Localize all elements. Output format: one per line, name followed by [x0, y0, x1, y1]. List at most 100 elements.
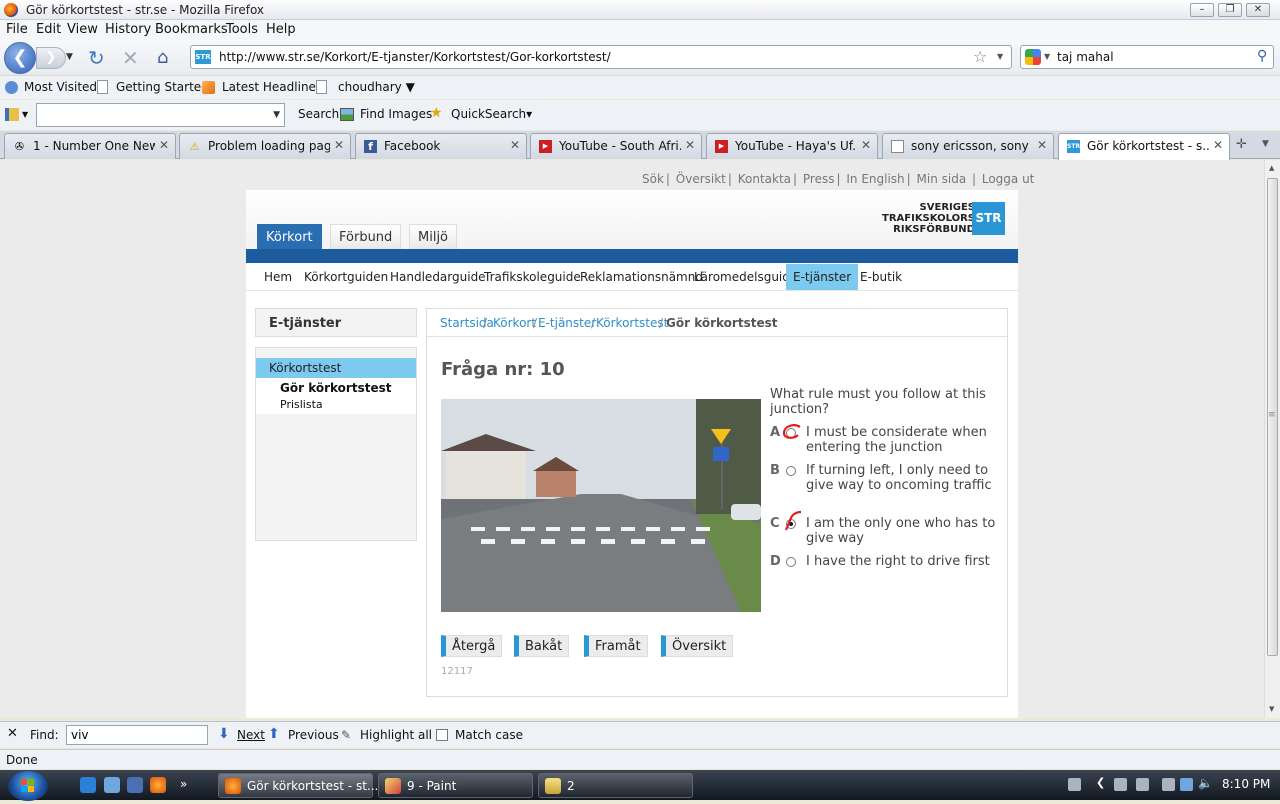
home-icon[interactable]: ⌂	[157, 47, 168, 68]
arrow-down-icon[interactable]: ⬇	[218, 726, 230, 742]
toolbar-search[interactable]: Search	[298, 107, 339, 121]
breadcrumb-korkortstest[interactable]: Körkortstest	[596, 316, 668, 330]
menu-history[interactable]: History	[105, 22, 151, 37]
tab-7-active[interactable]: STR Gör körkortstest - s... ✕	[1058, 133, 1230, 160]
str-logo-text[interactable]: SVERIGES TRAFIKSKOLORS RIKSFÖRBUND	[882, 202, 975, 235]
toolbar-dropdown-icon[interactable]: ▼	[22, 110, 28, 119]
url-text[interactable]: http://www.str.se/Korkort/E-tjanster/Kor…	[219, 50, 611, 64]
subnav-hem[interactable]: Hem	[264, 270, 292, 284]
util-link-oversikt[interactable]: Översikt	[676, 172, 726, 186]
subnav-reklamationsnamnd[interactable]: Reklamationsnämnd	[580, 270, 703, 284]
arrow-up-icon[interactable]: ⬆	[268, 726, 280, 742]
overview-button[interactable]: Översikt	[661, 635, 734, 657]
sidebar-item-prislista[interactable]: Prislista	[280, 398, 323, 411]
bookmark-choudhary[interactable]: choudhary ▼	[338, 80, 415, 94]
find-previous-button[interactable]: Previous	[288, 728, 339, 742]
reload-icon[interactable]: ↻	[88, 46, 105, 70]
menu-view[interactable]: View	[67, 22, 98, 37]
search-bar[interactable]: ▼ taj mahal ⚲	[1020, 45, 1274, 69]
taskbar-explorer[interactable]: 2	[538, 773, 693, 798]
match-case-label[interactable]: Match case	[455, 728, 523, 742]
close-tab-icon[interactable]: ✕	[1213, 138, 1223, 152]
subnav-e-butik[interactable]: E-butik	[860, 270, 902, 284]
answer-option-a[interactable]: A I must be considerate when entering th…	[770, 424, 1000, 455]
match-case-checkbox[interactable]	[436, 729, 448, 741]
network-icon[interactable]	[1180, 778, 1193, 791]
quicksearch-button[interactable]: QuickSearch▾	[451, 107, 532, 121]
toolbar-combo[interactable]: ▼	[36, 103, 285, 127]
close-tab-icon[interactable]: ✕	[159, 138, 169, 152]
tray-app-icon[interactable]	[1136, 778, 1149, 791]
tab-5[interactable]: ▶ YouTube - Haya's Uf... ✕	[706, 133, 878, 159]
sidebar-item-gor-korkortstest[interactable]: Gör körkortstest	[280, 381, 391, 395]
bookmark-most-visited[interactable]: Most Visited	[24, 80, 97, 94]
close-find-icon[interactable]: ✕	[7, 726, 18, 741]
radio-b[interactable]	[786, 466, 796, 476]
highlight-all-button[interactable]: Highlight all	[360, 728, 432, 742]
tab-forbund[interactable]: Förbund	[330, 224, 402, 250]
tab-miljo[interactable]: Miljö	[409, 224, 458, 250]
taskbar-firefox[interactable]: Gör körkortstest - st...	[218, 773, 378, 798]
engine-dropdown-icon[interactable]: ▼	[1044, 52, 1050, 61]
close-window-button[interactable]: ✕	[1246, 3, 1270, 17]
subnav-handledarguide[interactable]: Handledarguide	[390, 270, 486, 284]
tab-2[interactable]: ⚠ Problem loading page ✕	[179, 133, 351, 159]
volume-icon[interactable]: 🔈	[1198, 776, 1213, 790]
answer-option-b[interactable]: B If turning left, I only need to give w…	[770, 463, 1000, 508]
menu-file[interactable]: File	[6, 22, 28, 37]
stop-icon[interactable]: ✕	[122, 46, 139, 70]
find-next-button[interactable]: Next	[237, 728, 265, 742]
util-link-logga-ut[interactable]: Logga ut	[982, 172, 1035, 186]
film-icon[interactable]	[5, 108, 19, 121]
subnav-laromedelsguide[interactable]: Läromedelsguide	[694, 270, 797, 284]
show-desktop-icon[interactable]	[104, 777, 120, 793]
radio-c-selected[interactable]	[786, 519, 796, 529]
switch-windows-icon[interactable]	[127, 777, 143, 793]
minimize-button[interactable]: –	[1190, 3, 1214, 17]
str-logo[interactable]: STR	[972, 202, 1005, 235]
tab-1[interactable]: ✇ 1 - Number One New... ✕	[4, 133, 176, 159]
util-link-sok[interactable]: Sök	[642, 172, 664, 186]
util-link-press[interactable]: Press	[803, 172, 835, 186]
highlighter-icon[interactable]: ✎	[341, 728, 351, 742]
close-tab-icon[interactable]: ✕	[334, 138, 344, 152]
find-images-button[interactable]: Find Images	[360, 107, 432, 121]
maximize-button[interactable]: ❐	[1218, 3, 1242, 17]
scroll-down-icon[interactable]: ▼	[1269, 705, 1274, 713]
radio-a[interactable]	[786, 428, 796, 438]
tray-app-icon[interactable]	[1162, 778, 1175, 791]
menu-bookmarks[interactable]: Bookmarks	[155, 22, 228, 37]
tab-3[interactable]: f Facebook ✕	[355, 133, 527, 159]
breadcrumb-korkort[interactable]: Körkort	[493, 316, 536, 330]
start-button[interactable]	[8, 771, 48, 801]
bookmark-star-icon[interactable]: ☆	[973, 47, 987, 66]
quicklaunch-more-icon[interactable]: »	[180, 777, 196, 793]
subnav-e-tjanster[interactable]: E-tjänster	[786, 264, 859, 290]
combo-arrow-icon[interactable]: ▼	[273, 110, 280, 120]
search-icon[interactable]: ⚲	[1257, 48, 1267, 64]
previous-question-button[interactable]: Bakåt	[514, 635, 570, 657]
tray-expand-icon[interactable]: ❮	[1096, 776, 1109, 789]
forward-button[interactable]: ❯	[36, 47, 66, 69]
url-bar[interactable]: STR http://www.str.se/Korkort/E-tjanster…	[190, 45, 1012, 69]
find-input[interactable]: viv	[66, 725, 208, 745]
radio-d[interactable]	[786, 557, 796, 567]
answer-option-d[interactable]: D I have the right to drive first	[770, 554, 1000, 584]
tab-korkort[interactable]: Körkort	[257, 224, 322, 250]
search-input[interactable]: taj mahal	[1057, 50, 1114, 64]
tab-6[interactable]: sony ericsson, sony e... ✕	[882, 133, 1054, 159]
close-tab-icon[interactable]: ✕	[861, 138, 871, 152]
util-link-kontakta[interactable]: Kontakta	[738, 172, 791, 186]
answer-option-c[interactable]: C I am the only one who has to give way	[770, 510, 1000, 546]
close-tab-icon[interactable]: ✕	[685, 138, 695, 152]
tab-list-icon[interactable]: ▼	[1262, 139, 1269, 149]
history-dropdown-icon[interactable]: ▼	[66, 52, 73, 62]
subnav-korkortguiden[interactable]: Körkortguiden	[304, 270, 388, 284]
ie-icon[interactable]	[80, 777, 96, 793]
back-to-start-button[interactable]: Återgå	[441, 635, 503, 657]
breadcrumb-e-tjanster[interactable]: E-tjänster	[538, 316, 596, 330]
back-button[interactable]: ❮	[4, 42, 36, 74]
new-tab-icon[interactable]: ✛	[1236, 137, 1247, 152]
sidebar-item-korkortstest[interactable]: Körkortstest	[256, 358, 416, 378]
keyboard-icon[interactable]	[1068, 778, 1081, 791]
